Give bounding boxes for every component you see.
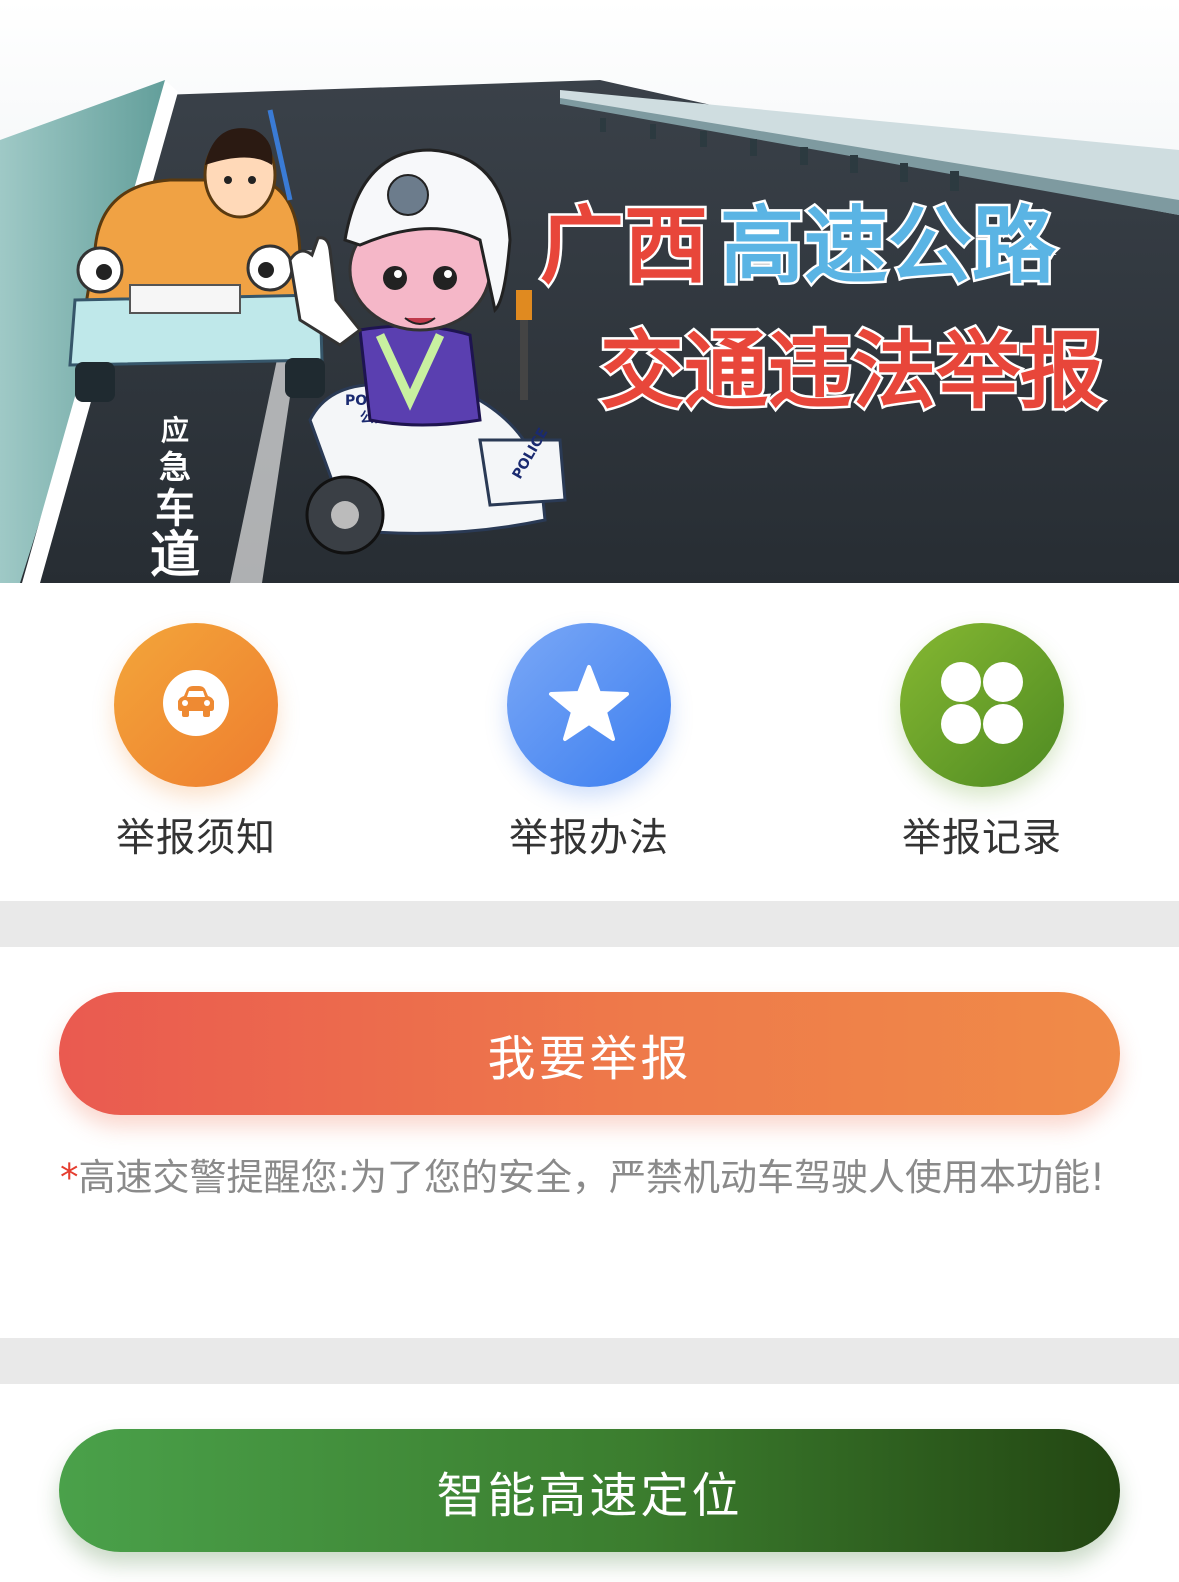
menu-icon-circle: [900, 623, 1064, 787]
smart-locate-button[interactable]: 智能高速定位: [59, 1429, 1120, 1552]
required-asterisk: *: [60, 1156, 79, 1199]
svg-text:高速公路: 高速公路: [720, 197, 1057, 295]
notice-text: 高速交警提醒您:为了您的安全，严禁机动车驾驶人使用本功能!: [78, 1156, 1105, 1199]
feature-menu: 举报须知 举报办法 举报记录: [0, 583, 1179, 901]
section-divider: [0, 901, 1179, 947]
menu-icon-circle: [114, 623, 278, 787]
svg-text:急: 急: [159, 448, 191, 486]
banner-image: 应 急 车 道 POLICE 广西 高速公路 交通违法举报: [0, 0, 1179, 583]
svg-text:应: 应: [161, 414, 189, 447]
svg-text:交通违法举报: 交通违法举报: [600, 322, 1104, 420]
safety-notice: *高速交警提醒您:为了您的安全，严禁机动车驾驶人使用本功能!: [60, 1148, 1120, 1208]
menu-label: 举报须知: [115, 816, 276, 861]
menu-label: 举报记录: [901, 816, 1062, 861]
car-icon: [163, 670, 229, 740]
menu-item-report-notice[interactable]: 举报须知: [76, 623, 316, 863]
menu-label: 举报办法: [508, 816, 669, 861]
svg-text:广西: 广西: [540, 197, 708, 295]
menu-item-report-records[interactable]: 举报记录: [862, 623, 1102, 863]
menu-icon-circle: [507, 623, 671, 787]
svg-text:道: 道: [150, 526, 200, 583]
report-button[interactable]: 我要举报: [59, 992, 1120, 1115]
clover-icon: [939, 660, 1025, 750]
banner-illustration: 应 急 车 道 POLICE 广西 高速公路 交通违法举报: [0, 0, 1179, 583]
section-divider: [0, 1338, 1179, 1384]
menu-item-report-method[interactable]: 举报办法: [469, 623, 709, 863]
star-icon: [547, 661, 631, 749]
